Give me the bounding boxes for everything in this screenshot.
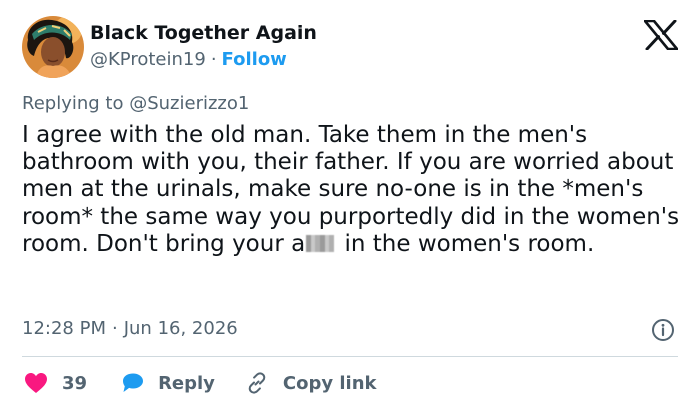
tweet-date: Jun 16, 2026 bbox=[123, 318, 238, 339]
replying-to-prefix: Replying to bbox=[22, 93, 124, 114]
action-bar: 39 Reply Copy link bbox=[24, 370, 377, 396]
tweet-time: 12:28 PM bbox=[22, 318, 106, 339]
tweet-text-part-2: in the women's room. bbox=[337, 230, 595, 257]
follow-button[interactable]: Follow bbox=[222, 49, 287, 70]
reply-mention-link[interactable]: @Suzierizzo1 bbox=[129, 93, 249, 114]
handle-separator: · bbox=[210, 49, 217, 70]
censored-word-blur bbox=[306, 234, 335, 252]
link-icon bbox=[248, 372, 266, 394]
reply-label: Reply bbox=[158, 372, 215, 394]
author-display-name[interactable]: Black Together Again bbox=[90, 22, 317, 44]
info-icon[interactable] bbox=[651, 318, 675, 342]
x-logo-icon[interactable] bbox=[643, 19, 679, 51]
tweet-card: Black Together Again @KProtein19 · Follow … bbox=[0, 0, 700, 410]
divider bbox=[22, 356, 678, 357]
tweet-text: I agree with the old man. Take them in t… bbox=[22, 122, 682, 258]
timestamp-separator: · bbox=[111, 318, 118, 339]
reply-bubble-icon bbox=[123, 373, 144, 392]
reply-button[interactable]: Reply bbox=[120, 372, 215, 394]
author-handle-line: @KProtein19 · Follow bbox=[90, 49, 287, 70]
tweet-timestamp[interactable]: 12:28 PM · Jun 16, 2026 bbox=[22, 318, 238, 339]
copy-link-button[interactable]: Copy link bbox=[245, 371, 377, 395]
avatar[interactable] bbox=[22, 16, 84, 78]
copy-link-label: Copy link bbox=[282, 372, 377, 394]
like-button[interactable]: 39 bbox=[24, 372, 87, 394]
like-count: 39 bbox=[62, 372, 88, 394]
replying-to-line: Replying to @Suzierizzo1 bbox=[22, 93, 249, 114]
heart-icon bbox=[25, 373, 47, 393]
author-handle[interactable]: @KProtein19 bbox=[90, 49, 206, 70]
